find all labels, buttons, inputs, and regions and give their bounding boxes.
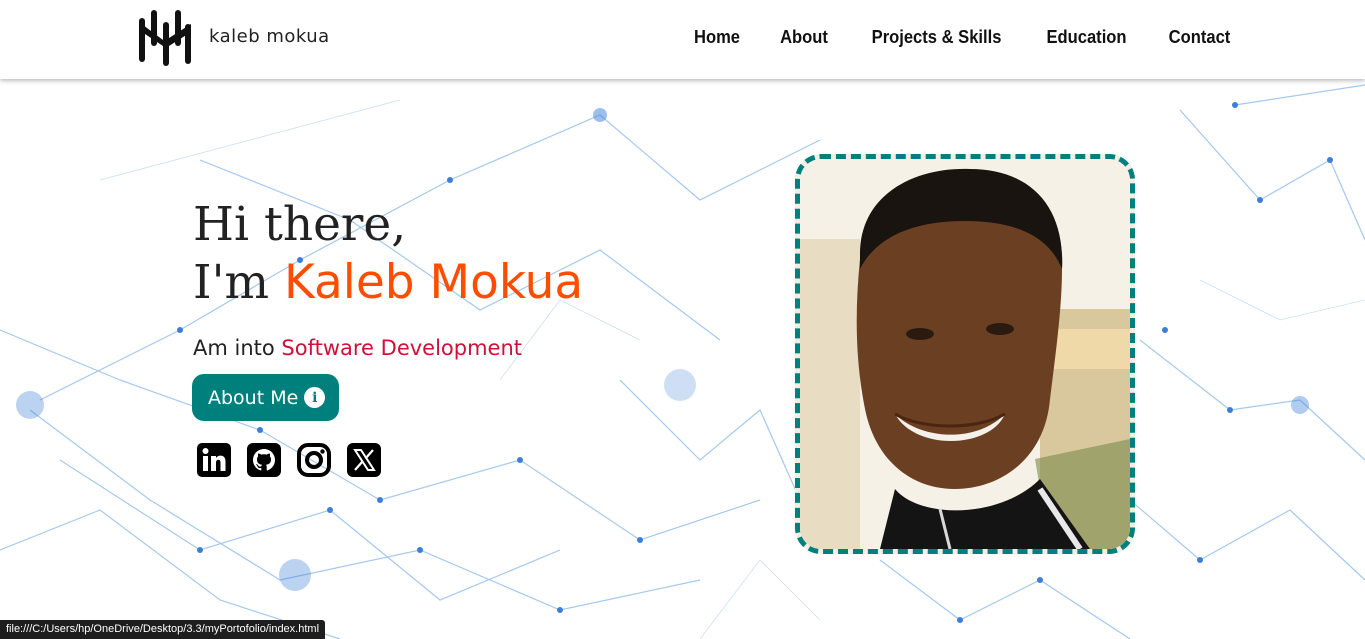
main-nav: Home About Projects & Skills Education C… [692, 27, 1233, 48]
instagram-icon[interactable] [296, 442, 332, 478]
profile-photo [795, 154, 1135, 554]
nav-home[interactable]: Home [694, 27, 740, 48]
hero-greeting: Hi there, [193, 197, 407, 252]
hero-title: Hi there, I'm Kaleb Mokua [193, 196, 583, 312]
nav-about[interactable]: About [780, 27, 828, 48]
about-me-button[interactable]: About Me i [192, 374, 340, 421]
social-links [196, 442, 382, 478]
about-me-label: About Me [208, 386, 299, 409]
nav-education[interactable]: Education [1046, 27, 1126, 48]
site-header: kaleb mokua Home About Projects & Skills… [0, 0, 1365, 79]
portrait-image [800, 159, 1130, 549]
nav-contact[interactable]: Contact [1169, 27, 1231, 48]
km-logo-icon[interactable] [137, 8, 193, 68]
hero-intro-prefix: I'm [193, 255, 284, 310]
x-icon[interactable] [346, 442, 382, 478]
tagline-prefix: Am into [193, 336, 282, 360]
browser-status-bar: file:///C:/Users/hp/OneDrive/Desktop/3.3… [0, 620, 326, 639]
nav-projects-skills[interactable]: Projects & Skills [872, 27, 1002, 48]
github-icon[interactable] [246, 442, 282, 478]
hero-tagline: Am into Software Development [193, 336, 522, 360]
info-icon: i [304, 387, 326, 408]
tagline-highlight: Software Development [281, 336, 523, 360]
hero-name: Kaleb Mokua [284, 255, 584, 310]
linkedin-icon[interactable] [196, 442, 232, 478]
brand-name[interactable]: kaleb mokua [209, 26, 330, 47]
